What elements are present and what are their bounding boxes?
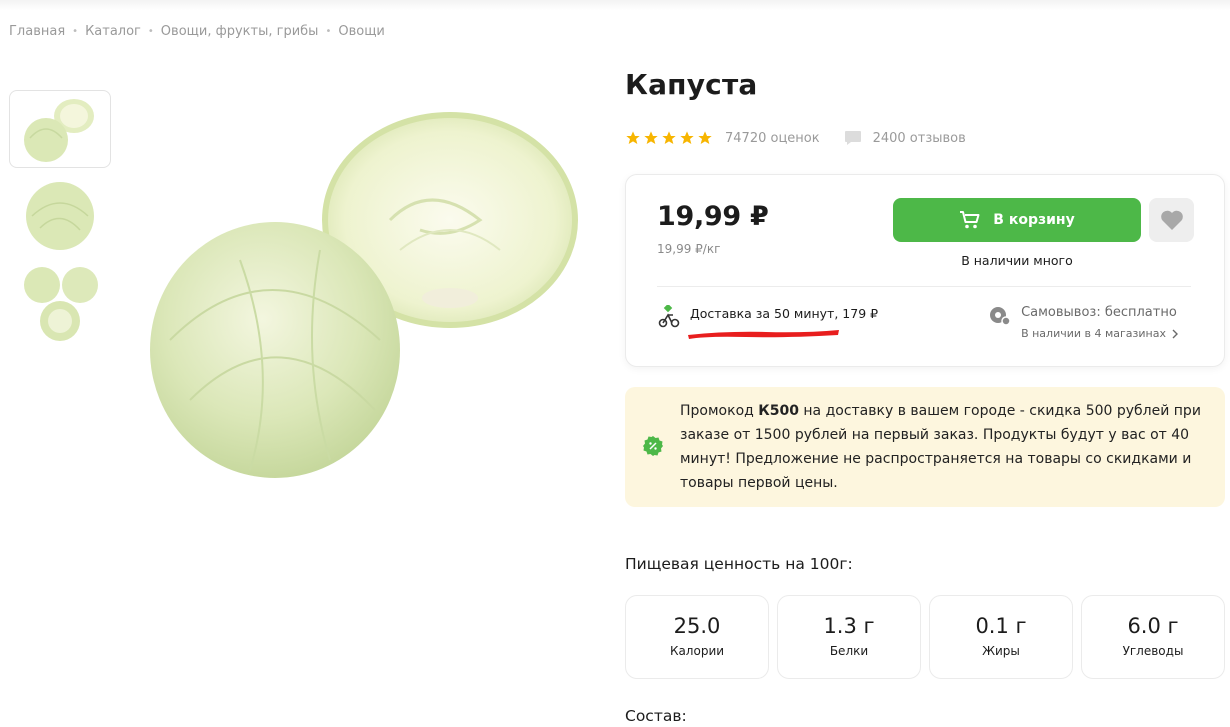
stores-availability-label: В наличии в 4 магазинах (1021, 327, 1166, 340)
nutrition-value: 1.3 г (823, 614, 875, 638)
store-location-icon (990, 307, 1011, 326)
comment-icon (844, 131, 861, 145)
courier-bike-icon (658, 305, 680, 328)
red-redaction-mark (688, 330, 839, 339)
thumbnail-1[interactable] (9, 90, 111, 168)
star-icon (680, 131, 694, 144)
breadcrumb-home[interactable]: Главная (9, 24, 65, 39)
breadcrumb-separator: • (72, 26, 79, 37)
reviews-count: 2400 отзывов (872, 130, 966, 146)
composition-title: Состав: (625, 707, 687, 725)
thumbnail-2[interactable] (9, 177, 111, 255)
nutrition-card-protein: 1.3 г Белки (777, 595, 921, 679)
add-to-cart-label: В корзину (993, 212, 1075, 228)
nutrition-label: Белки (829, 644, 869, 658)
breadcrumb: Главная • Каталог • Овощи, фрукты, грибы… (9, 24, 385, 39)
pickup-info: Самовывоз: бесплатно В наличии в 4 магаз… (989, 305, 1180, 340)
favorite-button[interactable] (1149, 198, 1194, 242)
promo-code: К500 (758, 403, 799, 419)
nutrition-card-fat: 0.1 г Жиры (929, 595, 1073, 679)
pickup-title: Самовывоз: бесплатно (1021, 305, 1177, 320)
price-card: 19,99 ₽ 19,99 ₽/кг В корзину В наличии м… (625, 174, 1225, 367)
discount-badge-icon (643, 436, 663, 456)
header-shadow (0, 0, 1230, 10)
nutrition-value: 25.0 (673, 614, 721, 638)
breadcrumb-separator: • (147, 26, 154, 37)
stock-status: В наличии много (961, 253, 1073, 268)
product-title: Капуста (625, 68, 758, 101)
nutrition-label: Калории (669, 644, 725, 658)
rating-count[interactable]: 74720 оценок (725, 131, 820, 146)
star-icon (698, 131, 712, 144)
product-image (150, 110, 590, 490)
promo-banner: Промокод К500 на доставку в вашем городе… (625, 387, 1225, 507)
nutrition-cards: 25.0 Калории 1.3 г Белки 0.1 г Жиры 6.0 … (625, 595, 1230, 679)
star-icon (644, 131, 658, 144)
reviews-link[interactable]: 2400 отзывов (844, 130, 966, 146)
delivery-text: Доставка за 50 минут, 179 ₽ (690, 306, 879, 321)
breadcrumb-catalog[interactable]: Каталог (85, 24, 141, 39)
thumbnail-gallery (9, 90, 111, 351)
nutrition-label: Углеводы (1122, 644, 1184, 658)
nutrition-card-calories: 25.0 Калории (625, 595, 769, 679)
nutrition-label: Жиры (982, 644, 1020, 658)
product-price: 19,99 ₽ (657, 201, 769, 232)
nutrition-value: 0.1 г (975, 614, 1027, 638)
nutrition-value: 6.0 г (1127, 614, 1179, 638)
thumbnail-3[interactable] (9, 264, 111, 342)
promo-text: Промокод К500 на доставку в вашем городе… (680, 399, 1210, 495)
heart-icon (1160, 210, 1183, 230)
rating-row: 74720 оценок 2400 отзывов (625, 130, 966, 146)
cart-icon (960, 211, 980, 229)
add-to-cart-button[interactable]: В корзину (893, 198, 1141, 242)
stores-availability-link[interactable]: В наличии в 4 магазинах (1021, 327, 1180, 340)
breadcrumb-subcategory[interactable]: Овощи (338, 24, 385, 39)
rating-stars (625, 130, 715, 146)
chevron-right-icon (1172, 329, 1178, 338)
price-per-unit: 19,99 ₽/кг (657, 242, 721, 256)
breadcrumb-separator: • (325, 26, 332, 37)
divider (657, 286, 1191, 287)
nutrition-card-carbs: 6.0 г Углеводы (1081, 595, 1225, 679)
promo-text-before: Промокод (680, 403, 759, 419)
nutrition-title: Пищевая ценность на 100г: (625, 555, 853, 573)
breadcrumb-category[interactable]: Овощи, фрукты, грибы (161, 24, 319, 39)
star-icon (626, 131, 640, 144)
star-icon (662, 131, 676, 144)
